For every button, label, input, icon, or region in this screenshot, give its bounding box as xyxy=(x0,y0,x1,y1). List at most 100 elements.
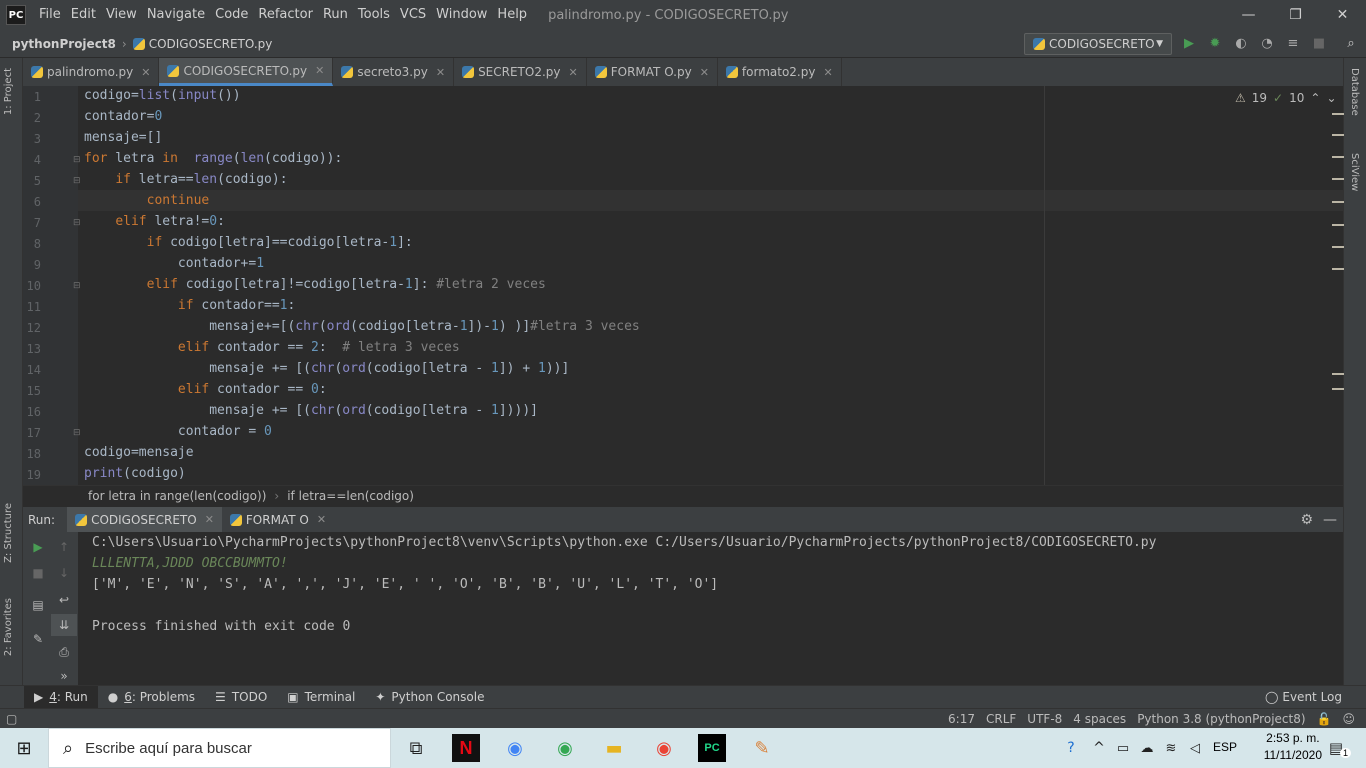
profile-icon[interactable]: ◔ xyxy=(1259,36,1275,52)
print-icon[interactable]: ⎙ xyxy=(51,641,77,663)
windows-start-icon[interactable]: ⊞ xyxy=(10,734,38,762)
menu-refactor[interactable]: Refactor xyxy=(253,0,318,30)
structure-tool-button[interactable]: Z: Structure xyxy=(3,503,14,563)
tab-formato2[interactable]: formato2.py ✕ xyxy=(718,58,842,86)
error-stripe-mark[interactable] xyxy=(1332,246,1344,248)
tab-formato[interactable]: FORMAT O.py ✕ xyxy=(587,58,718,86)
code-line[interactable]: if contador==1: xyxy=(84,298,295,313)
stop-icon[interactable]: ■ xyxy=(25,562,51,584)
close-tab-icon[interactable]: ✕ xyxy=(569,66,578,79)
netflix-icon[interactable]: N xyxy=(452,734,480,762)
code-line[interactable]: elif contador == 2: # letra 3 veces xyxy=(84,340,460,355)
error-stripe-mark[interactable] xyxy=(1332,201,1344,203)
code-line[interactable]: mensaje += [(chr(ord(codigo[letra - 1]))… xyxy=(84,403,538,418)
run-tab-formato[interactable]: FORMAT O ✕ xyxy=(222,507,334,532)
gear-icon[interactable]: ⚙ xyxy=(1300,512,1313,528)
code-line[interactable]: contador = 0 xyxy=(84,424,272,439)
help-icon[interactable]: ? xyxy=(1060,734,1082,762)
error-stripe-mark[interactable] xyxy=(1332,156,1344,158)
menu-run[interactable]: Run xyxy=(318,0,353,30)
error-stripe-mark[interactable] xyxy=(1332,268,1344,270)
run-icon[interactable]: ▶ xyxy=(1181,36,1197,52)
layout-icon[interactable]: ▤ xyxy=(25,594,51,616)
code-line[interactable]: print(codigo) xyxy=(84,466,186,481)
close-tab-icon[interactable]: ✕ xyxy=(205,513,214,526)
tool-tab-todo[interactable]: ☰ TODO xyxy=(205,686,277,709)
fold-marker-icon[interactable]: ⊟ xyxy=(73,218,81,228)
breadcrumb-item[interactable]: for letra in range(len(codigo)) xyxy=(88,489,266,503)
chevron-up-icon[interactable]: ^ xyxy=(1088,734,1110,762)
chrome-profile-icon[interactable]: ◉ xyxy=(551,734,579,762)
scroll-to-end-icon[interactable]: ⇊ xyxy=(51,614,77,636)
code-line[interactable]: if codigo[letra]==codigo[letra-1]: xyxy=(84,235,413,250)
line-separator[interactable]: CRLF xyxy=(986,712,1016,726)
code-line[interactable]: elif letra!=0: xyxy=(84,214,225,229)
taskbar-search[interactable]: ⌕ Escribe aquí para buscar xyxy=(48,728,391,768)
menu-code[interactable]: Code xyxy=(210,0,253,30)
tab-palindromo[interactable]: palindromo.py ✕ xyxy=(23,58,160,86)
breadcrumb-file[interactable]: CODIGOSECRETO.py xyxy=(149,37,273,51)
fold-marker-icon[interactable]: ⊟ xyxy=(73,155,81,165)
chrome-profile2-icon[interactable]: ◉ xyxy=(650,734,678,762)
minimize-button[interactable]: — xyxy=(1225,0,1272,30)
tool-tab-terminal[interactable]: ▣ Terminal xyxy=(277,686,365,709)
breadcrumb-project[interactable]: pythonProject8 xyxy=(12,37,116,51)
build-icon[interactable]: ≡ xyxy=(1285,36,1301,52)
fold-marker-icon[interactable]: ⊟ xyxy=(73,428,81,438)
menu-view[interactable]: View xyxy=(101,0,142,30)
menu-file[interactable]: File xyxy=(34,0,66,30)
error-stripe-mark[interactable] xyxy=(1332,373,1344,375)
code-line[interactable]: contador=0 xyxy=(84,109,162,124)
code-line[interactable]: codigo=list(input()) xyxy=(84,88,241,103)
code-line[interactable]: mensaje += [(chr(ord(codigo[letra - 1]) … xyxy=(84,361,569,376)
file-explorer-icon[interactable]: ▬ xyxy=(600,734,628,762)
chevron-up-icon[interactable]: ⌃ xyxy=(1310,91,1320,105)
battery-icon[interactable]: ▭ xyxy=(1112,734,1134,762)
chevron-down-icon[interactable]: ⌄ xyxy=(1326,91,1336,105)
rerun-icon[interactable]: ▶ xyxy=(25,536,51,558)
code-line[interactable]: codigo=mensaje xyxy=(84,445,194,460)
fold-marker-icon[interactable]: ⊟ xyxy=(73,281,81,291)
code-line[interactable]: elif contador == 0: xyxy=(84,382,327,397)
menu-window[interactable]: Window xyxy=(431,0,492,30)
code-editor[interactable]: 1 2 3 4 5 6 7 8 9 10 11 12 13 14 15 16 17 18 19 ⊟ ⊟ ⊟ ⊟ ⊟ codig… xyxy=(23,86,1344,485)
code-line[interactable]: elif codigo[letra]!=codigo[letra-1]: #le… xyxy=(84,277,546,292)
code-line[interactable]: mensaje=[] xyxy=(84,130,162,145)
tab-secreto3[interactable]: secreto3.py ✕ xyxy=(333,58,455,86)
menu-vcs[interactable]: VCS xyxy=(395,0,431,30)
indent-setting[interactable]: 4 spaces xyxy=(1073,712,1126,726)
database-tool-button[interactable]: Database xyxy=(1349,68,1360,116)
maximize-button[interactable]: ❐ xyxy=(1272,0,1319,30)
fold-marker-icon[interactable]: ⊟ xyxy=(73,176,81,186)
menu-navigate[interactable]: Navigate xyxy=(142,0,210,30)
taskbar-clock[interactable]: 2:53 p. m. 11/11/2020 xyxy=(1264,730,1322,764)
run-console[interactable]: C:\Users\Usuario\PycharmProjects\pythonP… xyxy=(78,532,1343,685)
sciview-tool-button[interactable]: SciView xyxy=(1349,153,1360,191)
more-icon[interactable]: » xyxy=(51,665,77,687)
error-stripe-mark[interactable] xyxy=(1332,388,1344,390)
code-line[interactable]: for letra in range(len(codigo)): xyxy=(84,151,342,166)
close-button[interactable]: ✕ xyxy=(1319,0,1366,30)
python-interpreter[interactable]: Python 3.8 (pythonProject8) xyxy=(1137,712,1305,726)
debug-icon[interactable]: ✹ xyxy=(1207,36,1223,52)
tool-tab-python-console[interactable]: ✦ Python Console xyxy=(365,686,494,709)
coverage-icon[interactable]: ◐ xyxy=(1233,36,1249,52)
menu-tools[interactable]: Tools xyxy=(353,0,395,30)
tool-window-toggle-icon[interactable]: ▢ xyxy=(6,712,17,726)
chrome-icon[interactable]: ◉ xyxy=(501,734,529,762)
run-tab-codigosecreto[interactable]: CODIGOSECRETO ✕ xyxy=(67,507,222,532)
breadcrumb-item[interactable]: if letra==len(codigo) xyxy=(287,489,414,503)
project-tool-button[interactable]: 1: Project xyxy=(3,68,14,115)
soft-wrap-icon[interactable]: ↩ xyxy=(51,589,77,611)
file-encoding[interactable]: UTF-8 xyxy=(1027,712,1062,726)
caret-position[interactable]: 6:17 xyxy=(948,712,975,726)
menu-edit[interactable]: Edit xyxy=(66,0,101,30)
wifi-icon[interactable]: ≋ xyxy=(1160,734,1182,762)
arrow-up-icon[interactable]: ↑ xyxy=(51,536,77,558)
close-tab-icon[interactable]: ✕ xyxy=(317,513,326,526)
pycharm-taskbar-icon[interactable]: PC xyxy=(698,734,726,762)
code-line[interactable]: contador+=1 xyxy=(84,256,264,271)
inspector-icon[interactable]: ☺ xyxy=(1342,712,1355,726)
paint-icon[interactable]: ✎ xyxy=(748,734,776,762)
task-view-icon[interactable]: ⧉ xyxy=(402,734,430,762)
